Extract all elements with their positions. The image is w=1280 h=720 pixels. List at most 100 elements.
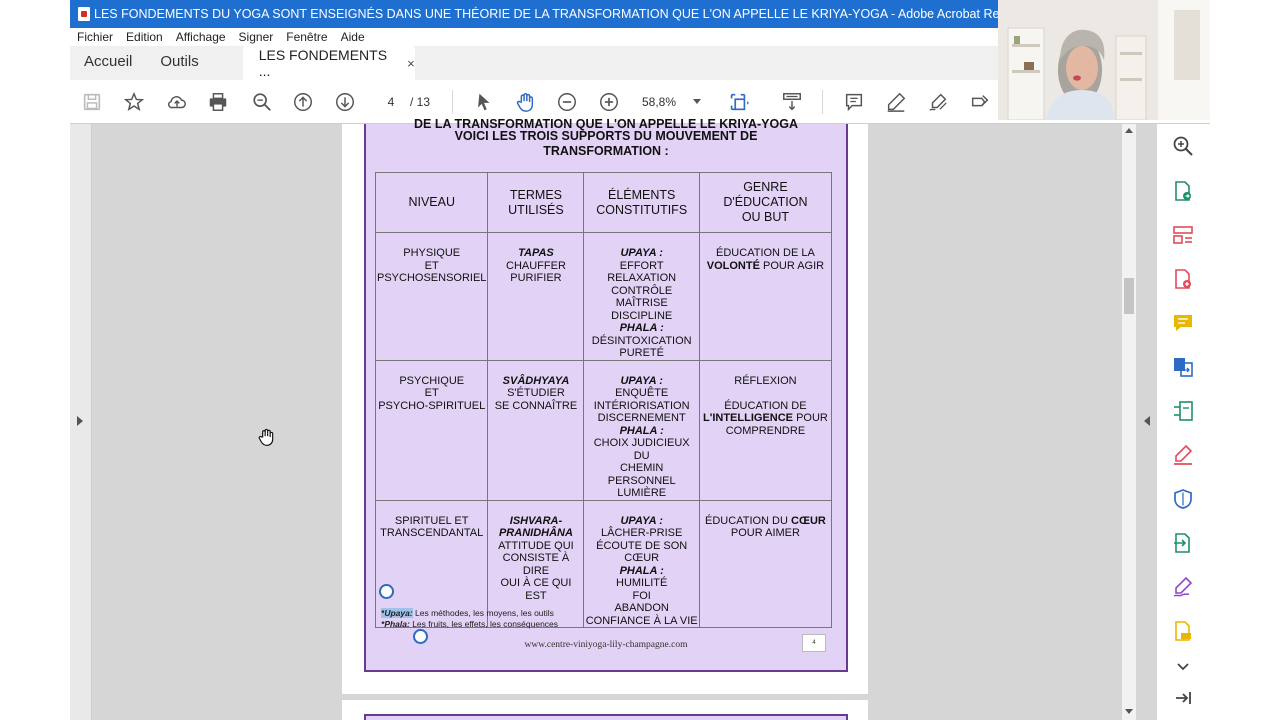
next-page-icon[interactable] [331, 88, 359, 116]
cell-text: ABANDON [614, 602, 669, 614]
cell-spacer [701, 387, 830, 400]
sign-icon[interactable] [1171, 575, 1195, 599]
create-pdf-icon[interactable] [1171, 267, 1195, 291]
presenter-video-image [998, 0, 1210, 120]
scroll-up-icon[interactable] [1125, 128, 1133, 133]
edit-pdf-icon[interactable] [1171, 399, 1195, 423]
cell-but: ÉDUCATION DE LA VOLONTÉ POUR AGIR [698, 232, 833, 361]
menu-aide[interactable]: Aide [341, 30, 365, 44]
more-tools-icon[interactable] [1171, 619, 1195, 643]
cell-text: SE CONNAÎTRE [494, 399, 578, 412]
toolbar-separator [452, 90, 453, 114]
vertical-scrollbar[interactable] [1122, 124, 1136, 720]
zoom-out-icon[interactable] [553, 88, 581, 116]
footnote-upaya: *Upaya: Les méthodes, les moyens, les ou… [381, 608, 558, 619]
export-pdf-icon[interactable] [1171, 179, 1195, 203]
header-elements: ÉLÉMENTS [607, 187, 676, 202]
cell-niveau: PHYSIQUE ET PSYCHOSENSORIEL [374, 232, 489, 361]
footnote-text: Les fruits, les effets, les conséquences [409, 619, 559, 629]
cell-text: ÉDUCATION DU CŒUR [701, 515, 830, 528]
fill-sign-icon[interactable] [966, 88, 994, 116]
cell-text: RELAXATION [607, 272, 677, 284]
cell-text: UPAYA : [620, 514, 663, 527]
scrollbar-thumb[interactable] [1124, 278, 1134, 314]
comment-icon[interactable] [840, 88, 868, 116]
tab-document-label: LES FONDEMENTS ... [258, 47, 388, 79]
cell-text: EFFORT [619, 259, 664, 272]
tab-home[interactable]: Accueil [70, 53, 146, 80]
table-row: PHYSIQUE ET PSYCHOSENSORIEL TAPAS CHAUFF… [374, 232, 833, 361]
cell-text: UPAYA : [620, 374, 663, 387]
cell-text: PURIFIER [510, 272, 562, 284]
cell-text: HUMILITÉ [616, 577, 668, 589]
cell-termes: SVÂDHYAYA S'ÉTUDIER SE CONNAÎTRE [487, 359, 585, 501]
desktop-background-right [1210, 0, 1280, 720]
save-icon[interactable] [78, 88, 106, 116]
bookmark-star-icon[interactable] [120, 88, 148, 116]
previous-page-icon[interactable] [289, 88, 317, 116]
tab-document[interactable]: LES FONDEMENTS ... × [242, 46, 415, 80]
cell-text-bold: CŒUR [791, 514, 826, 527]
cell-text: CHEMIN PERSONNEL [607, 462, 676, 487]
cell-text: VOLONTÉ POUR AGIR [701, 260, 830, 273]
page-number-input[interactable]: 4 [374, 92, 408, 112]
fill-sign-icon[interactable] [1171, 443, 1195, 467]
desktop-background-left [0, 0, 70, 720]
select-cursor-icon[interactable] [470, 88, 498, 116]
combine-files-icon[interactable] [1171, 355, 1195, 379]
navigation-pane-strip[interactable] [70, 124, 92, 720]
window-title: LES FONDEMENTS DU YOGA SONT ENSEIGNÉS DA… [94, 7, 1046, 21]
hand-tool-icon[interactable] [511, 88, 539, 116]
search-zoom-icon[interactable] [1171, 134, 1195, 158]
expand-nav-pane-icon[interactable] [77, 416, 83, 426]
cell-text: SPIRITUEL ET [394, 514, 469, 527]
cell-text: TAPAS [518, 247, 554, 259]
footnote-term: Phala: [384, 619, 410, 629]
scroll-mode-icon[interactable] [778, 88, 806, 116]
highlight-pen-icon[interactable] [882, 88, 910, 116]
protect-icon[interactable] [1171, 487, 1195, 511]
menu-fichier[interactable]: Fichier [77, 30, 113, 44]
expand-down-icon[interactable] [1171, 654, 1195, 678]
cell-text: PRANIDHÂNA [498, 527, 573, 539]
collapse-panel-icon[interactable] [1171, 686, 1195, 710]
fit-page-icon[interactable] [724, 88, 752, 116]
cell-text: PHALA : [619, 564, 664, 577]
cell-text-bold: VOLONTÉ [706, 259, 760, 272]
tab-tools[interactable]: Outils [146, 53, 212, 80]
print-icon[interactable] [204, 88, 232, 116]
page-heading: VOICI LES TROIS SUPPORTS DU MOUVEMENT DE… [366, 129, 846, 159]
footnote-term-selected[interactable]: Upaya: [384, 608, 413, 618]
selection-start-handle[interactable] [379, 584, 394, 599]
footnotes: *Upaya: Les méthodes, les moyens, les ou… [381, 608, 558, 630]
cell-niveau: PSYCHIQUE ET PSYCHO-SPIRITUEL [374, 359, 489, 501]
menu-edition[interactable]: Edition [126, 30, 163, 44]
cloud-upload-icon[interactable] [163, 88, 191, 116]
cell-elements: UPAYA : ENQUÊTE INTÉRIORISATION DISCERNE… [583, 359, 700, 501]
header-constitutifs: CONSTITUTIFS [596, 202, 688, 217]
menu-affichage[interactable]: Affichage [176, 30, 226, 44]
send-review-icon[interactable] [1171, 531, 1195, 555]
cell-text: CONTRÔLE [611, 284, 673, 297]
pdf-page: DE LA TRANSFORMATION QUE L'ON APPELLE LE… [342, 117, 868, 694]
heading-line-2: TRANSFORMATION : [543, 144, 669, 158]
menu-fenetre[interactable]: Fenêtre [286, 30, 327, 44]
hand-cursor-icon [258, 428, 274, 446]
comment-icon[interactable] [1171, 311, 1195, 335]
cell-text: CŒUR [624, 552, 660, 564]
toolbar-separator [822, 90, 823, 114]
search-zoom-icon[interactable] [248, 88, 276, 116]
heading-line-1: VOICI LES TROIS SUPPORTS DU MOUVEMENT DE [454, 129, 758, 143]
menu-signer[interactable]: Signer [239, 30, 274, 44]
zoom-in-icon[interactable] [595, 88, 623, 116]
zoom-dropdown-chevron-icon[interactable] [693, 99, 701, 104]
organize-pages-icon[interactable] [1171, 223, 1195, 247]
zoom-level-input[interactable]: 58,8% [642, 92, 686, 112]
scroll-down-icon[interactable] [1125, 709, 1133, 714]
page-total-label: / 13 [410, 95, 431, 109]
table-header-cell: GENRE D'ÉDUCATION OU BUT [698, 172, 833, 233]
close-tab-icon[interactable]: × [407, 56, 415, 71]
cell-text: DISCERNEMENT [597, 412, 686, 424]
collapse-tools-pane-icon[interactable] [1144, 416, 1150, 426]
draw-freehand-icon[interactable] [924, 88, 952, 116]
